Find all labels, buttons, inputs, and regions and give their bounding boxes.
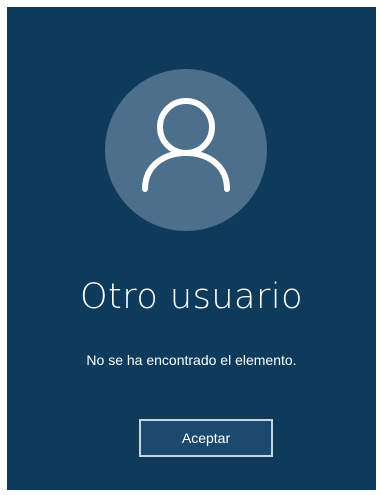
lock-screen: Otro usuario No se ha encontrado el elem… [7,7,376,490]
user-silhouette-icon [142,98,230,192]
error-message: No se ha encontrado el elemento. [86,352,297,368]
user-name: Otro usuario [79,277,303,317]
accept-button[interactable]: Aceptar [139,419,273,457]
user-avatar [105,69,267,231]
